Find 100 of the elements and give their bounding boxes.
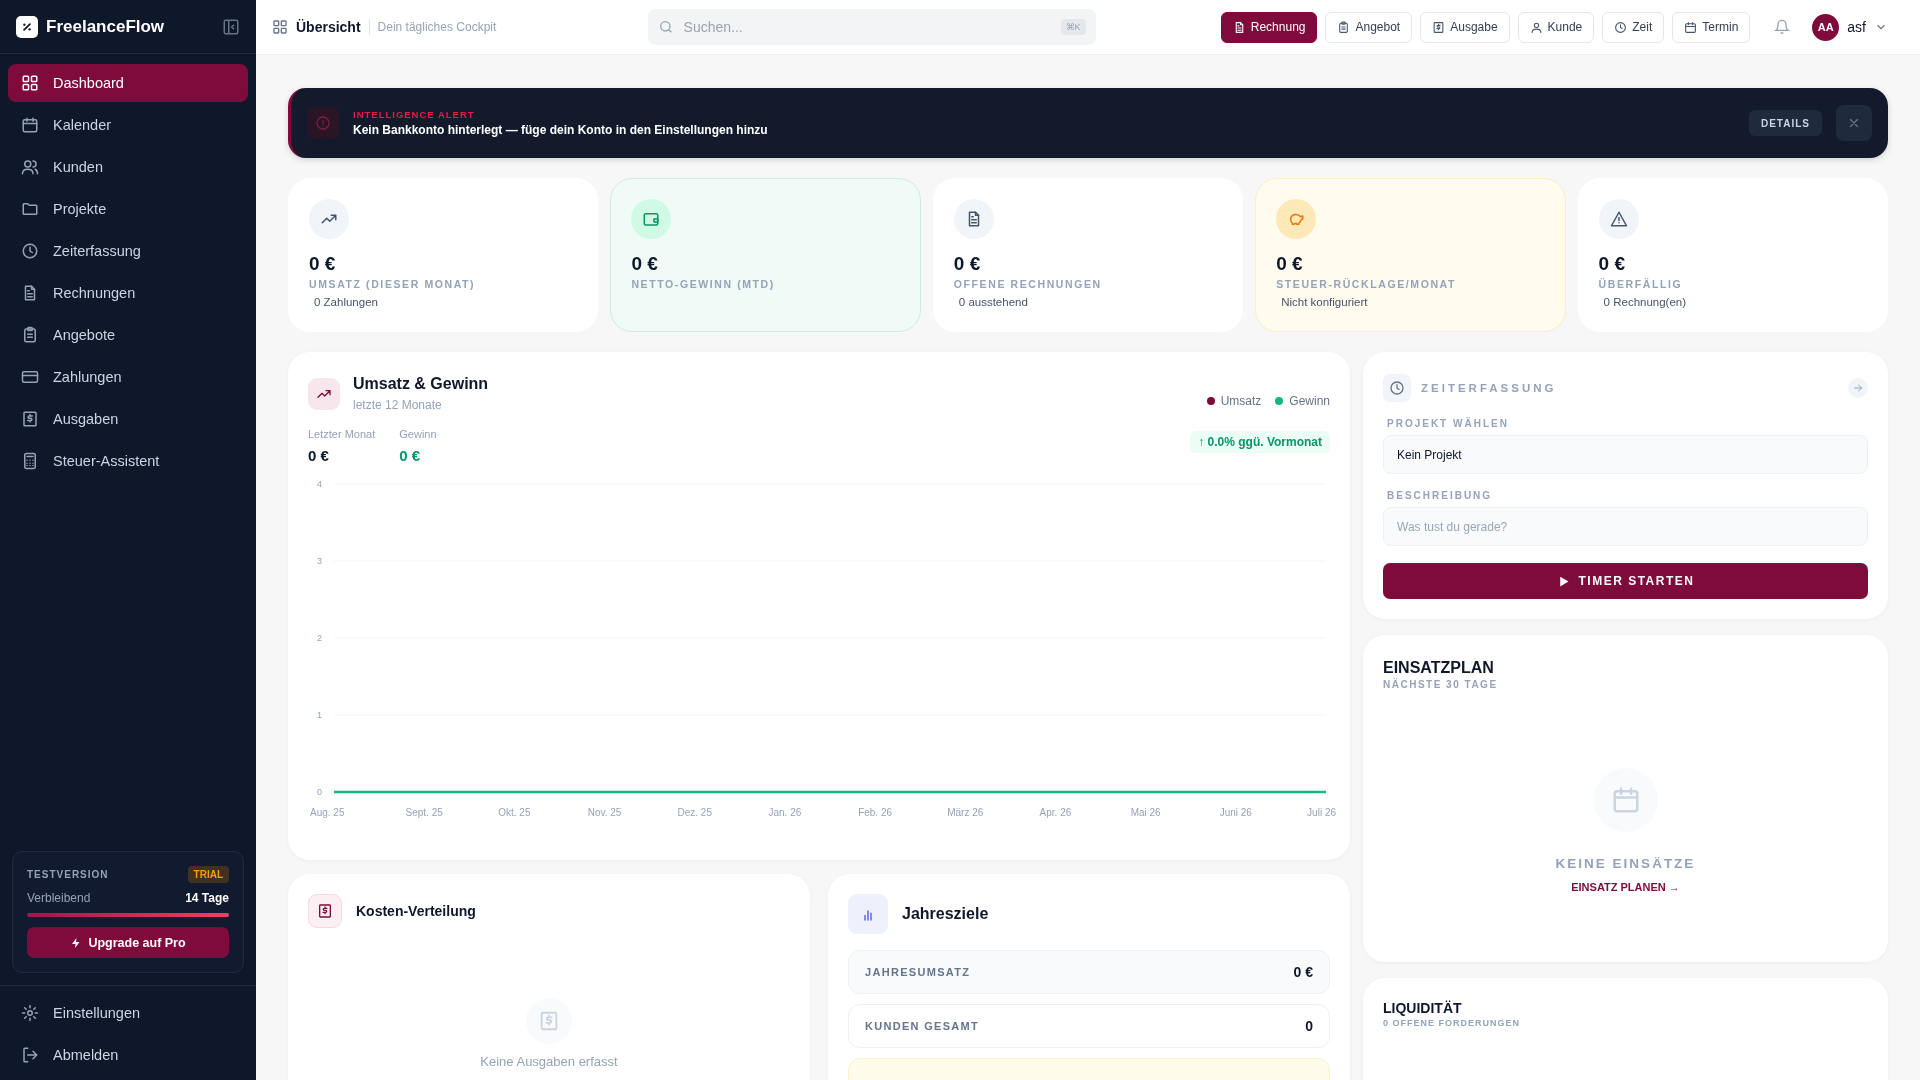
stat-value: 0 € <box>953 253 981 275</box>
project-select[interactable]: Kein Projekt <box>1383 435 1868 474</box>
remaining-value: 14 Tage <box>185 891 229 905</box>
action-button[interactable]: Ausgabe <box>1420 11 1510 43</box>
card-title: EINSATZPLAN <box>1383 659 1495 677</box>
trial-badge: TRIAL <box>187 866 229 883</box>
stat-label: ÜBERFÄLLIG <box>1598 278 1683 290</box>
action-button[interactable]: Kunde <box>1517 11 1595 43</box>
empty-message: KEINE EINSÄTZE <box>1555 856 1696 871</box>
stat-value: 0 € <box>1276 253 1303 275</box>
people-icon <box>21 158 39 176</box>
user-name[interactable]: asf <box>1847 19 1866 35</box>
card-title: Umsatz & Gewinn <box>353 375 490 393</box>
goal-label: JAHRESUMSATZ <box>865 966 971 978</box>
nav-item[interactable]: Abmelden <box>8 1036 248 1074</box>
bar-chart-icon <box>848 894 888 934</box>
stat-label: OFFENE RECHNUNGEN <box>953 278 1102 290</box>
card-title: Kosten-Verteilung <box>356 903 476 919</box>
trend-up-icon <box>308 378 340 410</box>
stat-note: 0 Zahlungen <box>313 296 378 308</box>
stat-value: 0 € <box>1598 253 1625 275</box>
nav-item[interactable]: Zahlungen <box>8 358 248 396</box>
axis-label: Mai 26 <box>1130 807 1161 818</box>
description-field[interactable]: Was tust du gerade? <box>1383 507 1868 546</box>
document-icon <box>953 199 994 239</box>
card-title: LIQUIDITÄT <box>1383 1000 1463 1016</box>
card-subtitle: 0 OFFENE FORDERUNGEN <box>1383 1018 1521 1028</box>
trend-up-icon <box>309 199 349 239</box>
sidebar-toggle-icon[interactable] <box>222 17 240 36</box>
start-timer-button[interactable]: TIMER STARTEN <box>1383 563 1868 599</box>
nav-item[interactable]: Zeiterfassung <box>8 232 248 270</box>
goal-value: 0 <box>1305 1018 1313 1034</box>
axis-label: Juni 26 <box>1219 807 1252 818</box>
nav-item[interactable]: Projekte <box>8 190 248 228</box>
info-icon <box>307 107 339 139</box>
action-button[interactable]: Angebot <box>1325 11 1413 43</box>
field-label: BESCHREIBUNG <box>1387 490 1494 501</box>
card-subtitle: NÄCHSTE 30 TAGE <box>1383 679 1499 690</box>
nav-item[interactable]: Ausgaben <box>8 400 248 438</box>
nav-item[interactable]: Kunden <box>8 148 248 186</box>
receipt-icon <box>308 894 342 928</box>
empty-message: Keine Ausgaben erfasst <box>480 1054 618 1069</box>
axis-label: 2 <box>317 633 322 643</box>
axis-label: Juli 26 <box>1307 807 1336 818</box>
figure-value: 0 € <box>308 447 330 464</box>
close-icon <box>1847 116 1861 130</box>
axis-label: Dez. 25 <box>677 807 712 818</box>
axis-label: Okt. 25 <box>498 807 531 818</box>
axis-label: März 26 <box>947 807 984 818</box>
figure-label: Letzter Monat <box>308 428 376 440</box>
nav-item[interactable]: Steuer-Assistent <box>8 442 248 480</box>
search-input[interactable]: Suchen... <box>681 18 1053 36</box>
close-button[interactable] <box>1836 105 1872 141</box>
axis-label: Sept. 25 <box>405 807 443 818</box>
axis-label: 3 <box>317 556 322 566</box>
stat-value: 0 € <box>631 253 658 275</box>
action-button[interactable]: Rechnung <box>1220 11 1318 43</box>
axis-label: 1 <box>317 710 322 720</box>
details-button[interactable]: DETAILS <box>1748 110 1822 136</box>
user-avatar[interactable]: AA <box>1812 13 1840 41</box>
axis-label: 4 <box>317 479 322 489</box>
plan-link[interactable]: EINSATZ PLANEN → <box>1571 881 1680 893</box>
trend-badge: ↑ 0.0% ggü. Vormonat <box>1190 431 1330 453</box>
search-icon <box>657 19 674 35</box>
action-button[interactable]: Termin <box>1672 11 1751 43</box>
nav-item[interactable]: Einstellungen <box>8 994 248 1032</box>
nav-item[interactable]: Kalender <box>8 106 248 144</box>
person-icon <box>1529 20 1543 34</box>
nav-item[interactable]: Dashboard <box>8 64 248 102</box>
warning-icon <box>1598 199 1639 239</box>
nav-item[interactable]: Angebote <box>8 316 248 354</box>
stat-note: 0 ausstehend <box>957 296 1028 308</box>
figure-value: 0 € <box>399 447 422 464</box>
axis-label: 0 <box>317 787 322 797</box>
grid-icon <box>272 19 288 35</box>
axis-label: Jan. 26 <box>768 807 802 818</box>
trial-title: TESTVERSION <box>27 869 109 880</box>
credit-card-icon <box>21 368 39 386</box>
app-name: FreelanceFlow <box>46 16 166 37</box>
grid-icon <box>21 74 39 92</box>
wallet-icon <box>631 199 672 239</box>
stat-note: Nicht konfiguriert <box>1280 296 1368 308</box>
goal-label: KUNDEN GESAMT <box>865 1020 980 1032</box>
notification-icon[interactable] <box>1774 19 1791 35</box>
action-button[interactable]: Zeit <box>1602 11 1665 43</box>
upgrade-button[interactable]: Upgrade auf Pro <box>27 927 229 958</box>
stat-label: UMSATZ (DIESER MONAT) <box>309 278 476 290</box>
page-subtitle: Dein tägliches Cockpit <box>377 20 498 34</box>
calculator-icon <box>21 452 39 470</box>
arrow-right-icon[interactable] <box>1848 378 1868 398</box>
nav-item[interactable]: Rechnungen <box>8 274 248 312</box>
calendar-icon <box>1684 20 1698 34</box>
clock-icon <box>1383 374 1411 402</box>
axis-label: Nov. 25 <box>587 807 622 818</box>
settings-icon <box>21 1004 39 1022</box>
figure-label: Gewinn <box>399 428 437 440</box>
goal-value: 0 € <box>1293 964 1313 980</box>
clock-icon <box>21 242 39 260</box>
card-title: ZEITERFASSUNG <box>1421 382 1558 394</box>
alert-title: INTELLIGENCE ALERT <box>353 109 476 120</box>
